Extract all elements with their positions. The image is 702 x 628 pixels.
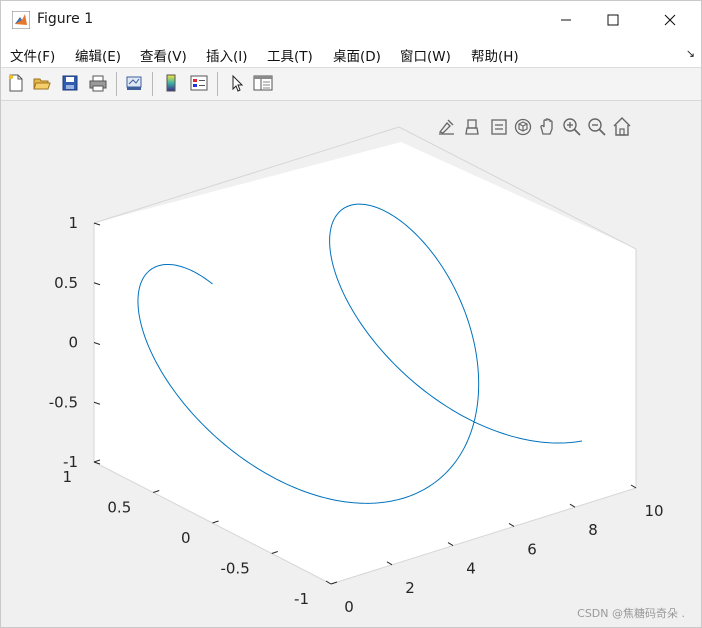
y-tick-label: 0.5 [107,499,131,517]
minimize-icon [561,19,571,21]
axes-background [94,142,636,584]
brush-icon[interactable] [438,119,454,135]
z-tick-label: -0.5 [49,393,78,411]
close-button[interactable] [647,1,693,39]
menu-desktop[interactable]: 桌面(D) [333,45,381,65]
axes-toolbar [438,117,631,136]
print-button[interactable] [87,72,109,94]
y-tick-label: -1 [294,590,309,608]
x-tick-label: 8 [588,521,598,539]
link-plot-icon [126,76,142,90]
toolbar-separator [217,72,218,96]
new-figure-button[interactable] [5,72,27,94]
menu-insert[interactable]: 插入(I) [206,45,248,65]
menu-window[interactable]: 窗口(W) [400,45,451,65]
menu-tools[interactable]: 工具(T) [267,45,313,65]
dock-arrow-icon[interactable]: ↘ [686,47,695,60]
x-tick-label: 2 [405,579,415,597]
window-title: Figure 1 [37,11,94,27]
zoom-in-icon[interactable] [563,118,581,136]
colorbar-button[interactable] [160,72,182,94]
legend-button[interactable] [188,72,210,94]
save-button[interactable] [59,72,81,94]
x-tick-label: 6 [527,540,537,558]
maximize-button[interactable] [590,1,636,39]
y-tick-label: -0.5 [220,560,249,578]
toolbar-separator [152,72,153,96]
open-file-button[interactable] [31,72,53,94]
menu-file[interactable]: 文件(F) [10,45,55,65]
zoom-out-icon[interactable] [588,118,606,136]
print-icon [89,75,107,92]
z-tick-label: 0.5 [54,274,78,292]
figure-window: Figure 1 文件(F) 编辑(E) 查看(V) 插入(I) 工具(T) 桌… [0,0,702,628]
maximize-icon [607,14,619,26]
close-icon [664,14,676,26]
toolbar-separator [116,72,117,96]
x-tick-label: 4 [466,560,476,578]
menu-help[interactable]: 帮助(H) [471,45,519,65]
menu-bar: 文件(F) 编辑(E) 查看(V) 插入(I) 工具(T) 桌面(D) 窗口(W… [1,39,701,68]
data-tip-icon[interactable] [491,119,507,135]
edit-plot-button[interactable] [226,72,248,94]
property-panel-icon [253,75,273,91]
z-tick-label: 1 [68,214,78,232]
figure-area: 0 2 4 6 8 10 -1 -0.5 0 0.5 1 -1 -0.5 0 0.5 1 CSDN @焦糖码奇… [1,101,701,627]
plot-svg[interactable]: 0246810-1-0.500.51-1-0.500.51 [1,101,701,627]
figure-toolbar [1,68,701,101]
home-icon[interactable] [613,117,631,136]
matlab-logo-icon [12,11,30,29]
pan-icon[interactable] [540,118,553,135]
rotate-3d-icon[interactable] [514,118,532,136]
link-plot-button[interactable] [123,72,145,94]
new-file-icon [8,74,23,92]
save-icon [62,75,78,91]
menu-view[interactable]: 查看(V) [140,45,187,65]
legend-icon [190,75,208,91]
folder-open-icon [33,78,51,90]
cursor-arrow-icon [232,74,244,92]
y-tick-label: 0 [181,529,191,547]
minimize-button[interactable] [543,1,589,39]
title-bar[interactable]: Figure 1 [1,1,701,39]
property-inspector-button[interactable] [252,72,274,94]
z-tick-label: -1 [63,453,78,471]
colorbar-icon [166,74,176,92]
menu-edit[interactable]: 编辑(E) [75,45,121,65]
watermark: CSDN @焦糖码奇朵 . [577,607,685,620]
z-tick-label: 0 [68,334,78,352]
x-tick-label: 0 [344,598,354,616]
eraser-icon[interactable] [465,119,479,135]
x-tick-label: 10 [644,502,663,520]
